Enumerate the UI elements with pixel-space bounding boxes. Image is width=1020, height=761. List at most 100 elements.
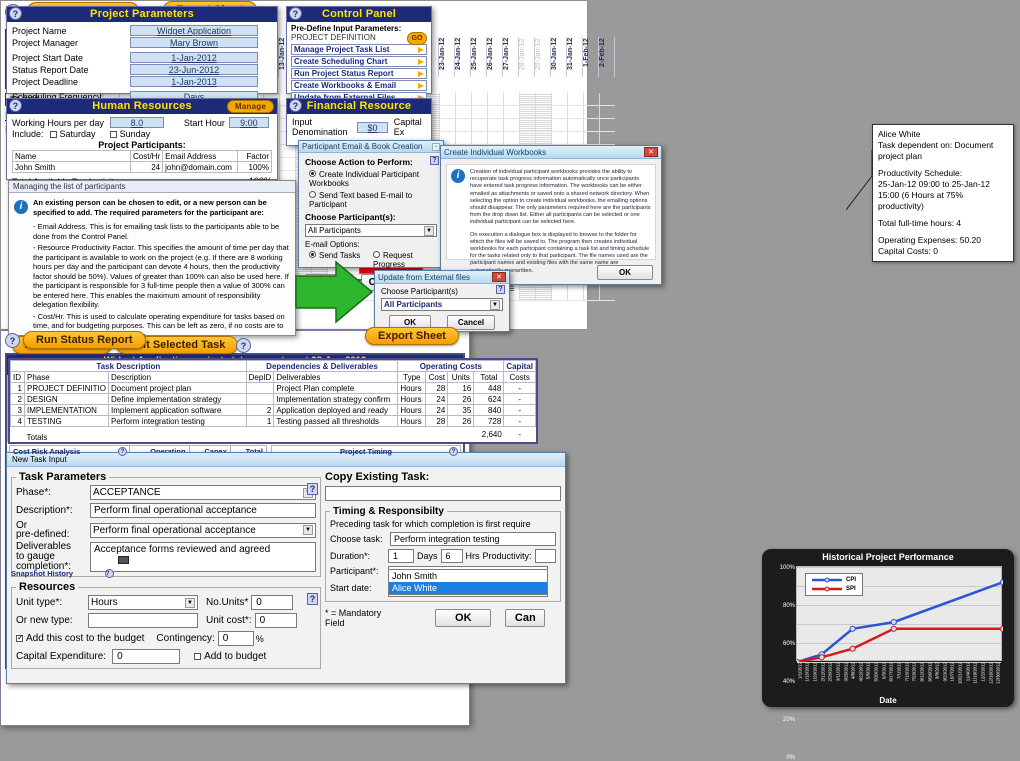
- run-status-report-button[interactable]: Run Status Report: [23, 331, 146, 349]
- phase-select[interactable]: ACCEPTANCE ▼: [90, 485, 316, 500]
- table-row[interactable]: 2 DESIGN Define implementation strategy Imp…: [10, 393, 536, 405]
- chevron-down-icon-predefined[interactable]: ▼: [303, 525, 313, 535]
- help-icon-status-report[interactable]: ?: [5, 333, 20, 348]
- duration-hrs-input[interactable]: 6: [440, 549, 463, 563]
- choose-task-input[interactable]: Perform integration testing: [390, 532, 556, 546]
- duration-days-input[interactable]: 1: [388, 549, 414, 563]
- sunday-checkbox[interactable]: [109, 130, 117, 138]
- add-cost-checkbox[interactable]: [16, 633, 24, 642]
- new-type-input[interactable]: [88, 613, 198, 628]
- denomination-value[interactable]: $0: [357, 121, 388, 133]
- close-icon-external[interactable]: ✕: [492, 272, 506, 282]
- radio-send-tasks[interactable]: [309, 251, 316, 258]
- help-icon-email-dialog[interactable]: ?: [430, 156, 439, 165]
- radio-request-progress[interactable]: [373, 251, 380, 258]
- help-icon-project-timing[interactable]: ?: [449, 447, 458, 456]
- task-list-col-header: Deliverables: [273, 371, 399, 383]
- table-row[interactable]: 4 TESTING Perform integration testing 1 Test…: [10, 415, 536, 427]
- saturday-checkbox[interactable]: [49, 130, 57, 138]
- contingency-input[interactable]: 0: [217, 631, 254, 646]
- control-panel-item[interactable]: Create Scheduling Chart ▶: [291, 56, 427, 67]
- unit-cost-label: Unit cost*:: [206, 615, 252, 626]
- table-cell: TESTING: [24, 415, 109, 427]
- help-icon-snapshot[interactable]: ?: [104, 569, 114, 578]
- manage-button[interactable]: Manage: [227, 100, 274, 113]
- choose-task-label: Choose task:: [330, 534, 383, 544]
- project-parameter-value[interactable]: 1-Jan-2013: [130, 76, 258, 87]
- close-icon-workbooks[interactable]: ✕: [644, 147, 658, 157]
- unit-type-select[interactable]: Hours ▼: [88, 595, 198, 610]
- email-dialog-minimize-icon[interactable]: ▫: [431, 142, 440, 151]
- help-icon-cost-risk[interactable]: ?: [118, 447, 128, 456]
- participant-option[interactable]: Alice White: [389, 582, 547, 594]
- radio-create-workbooks[interactable]: [309, 170, 316, 177]
- chevron-down-icon-email[interactable]: ▼: [424, 225, 434, 236]
- email-participants-select[interactable]: All Participants ▼: [305, 224, 437, 237]
- workbooks-dialog-titlebar: Create Individual Workbooks ✕: [441, 146, 661, 159]
- radio-send-email[interactable]: [309, 191, 316, 198]
- table-row[interactable]: 3 IMPLEMENTATION Implement application sof…: [10, 404, 536, 416]
- help-icon-project-parameters[interactable]: ?: [9, 7, 22, 20]
- start-hour-value[interactable]: 9:00: [228, 117, 269, 128]
- export-sheet-button-report[interactable]: Export Sheet: [365, 327, 459, 345]
- gantt-footer-cell: [583, 285, 599, 301]
- table-cell: 4: [10, 415, 25, 427]
- gantt-grid-cell: [471, 93, 487, 106]
- help-icon-financial-resources[interactable]: ?: [289, 99, 302, 112]
- control-panel-items: Manage Project Task List ▶ Create Scheduli…: [291, 44, 427, 103]
- help-icon-external[interactable]: ?: [496, 285, 505, 294]
- control-panel-item[interactable]: Create Workbooks & Email ▶: [291, 80, 427, 91]
- project-parameter-value[interactable]: Widget Application: [130, 25, 258, 36]
- external-participants-label: Choose Participant(s): [381, 287, 458, 296]
- help-icon-resources[interactable]: ?: [307, 593, 318, 605]
- chevron-down-icon-external[interactable]: ▼: [490, 299, 500, 310]
- new-task-cancel-button[interactable]: Can: [505, 609, 546, 627]
- project-parameter-value[interactable]: 1-Jan-2012: [130, 52, 258, 63]
- new-task-ok-button[interactable]: OK: [435, 609, 492, 627]
- table-cell: Implementation strategy confirm: [273, 393, 399, 405]
- help-icon-task-parameters[interactable]: ?: [307, 483, 318, 495]
- gantt-grid-cell: [487, 106, 503, 119]
- go-button[interactable]: GO: [407, 32, 427, 45]
- add-budget-checkbox[interactable]: [194, 653, 202, 660]
- gantt-grid-cell: [599, 93, 615, 106]
- unit-cost-input[interactable]: 0: [254, 613, 297, 628]
- task-list-group-cell: Dependencies & Deliverables: [245, 360, 399, 372]
- gantt-grid-cell: [519, 132, 535, 145]
- participants-col-header: Cost/Hr: [129, 150, 164, 162]
- totals-total: 2,640: [473, 426, 504, 442]
- chart-data-point: [999, 625, 1003, 632]
- chevron-down-icon-unittype[interactable]: ▼: [185, 597, 195, 608]
- no-units-input[interactable]: 0: [251, 595, 294, 610]
- participants-row[interactable]: John Smith 24 john@domain.com 100%: [12, 161, 272, 173]
- copy-task-legend: Copy Existing Task:: [325, 471, 430, 483]
- task-list-section: Add New Task Edit Selected Task ? Task D…: [8, 336, 538, 448]
- predefined-select[interactable]: Perform final operational acceptance ▼: [90, 522, 316, 538]
- gantt-grid-cell: [279, 158, 295, 171]
- description-input[interactable]: Perform final operational acceptance: [90, 503, 316, 518]
- gantt-grid-cell: [471, 119, 487, 132]
- help-icon-control-panel[interactable]: ?: [289, 7, 302, 20]
- mandatory-note-2: Field: [325, 618, 345, 628]
- participant-option[interactable]: John Smith: [389, 570, 547, 582]
- chevron-right-icon: ▶: [417, 57, 424, 66]
- project-parameter-value[interactable]: 23-Jun-2012: [130, 64, 258, 75]
- help-icon-human-resources[interactable]: ?: [9, 99, 22, 112]
- working-hours-value[interactable]: 8.0: [109, 117, 164, 128]
- project-parameters-panel: ? Project Parameters Project Name Widget …: [6, 6, 278, 102]
- table-row[interactable]: 1 PROJECT DEFINITIO Document project plan P…: [10, 382, 536, 394]
- control-panel-item[interactable]: Manage Project Task List ▶: [291, 44, 427, 55]
- copy-task-input[interactable]: [325, 486, 561, 501]
- workbooks-ok-button[interactable]: OK: [597, 265, 653, 280]
- participants-cell: 100%: [237, 161, 272, 173]
- gantt-grid-cell: [487, 119, 503, 132]
- external-participants-select[interactable]: All Participants ▼: [381, 298, 503, 311]
- control-panel-subtitle: Pre-Define Input Parameters:: [291, 24, 402, 33]
- control-panel-item[interactable]: Run Project Status Report ▶: [291, 68, 427, 79]
- participants-help-tab[interactable]: Managing the list of participants: [9, 181, 295, 193]
- productivity-input[interactable]: [534, 549, 556, 563]
- participant-dropdown-list[interactable]: John Smith Alice White: [388, 569, 548, 595]
- snapshot-title: Snapshot History: [11, 568, 74, 578]
- project-parameter-value[interactable]: Mary Brown: [130, 37, 258, 48]
- capex-input[interactable]: 0: [112, 649, 181, 664]
